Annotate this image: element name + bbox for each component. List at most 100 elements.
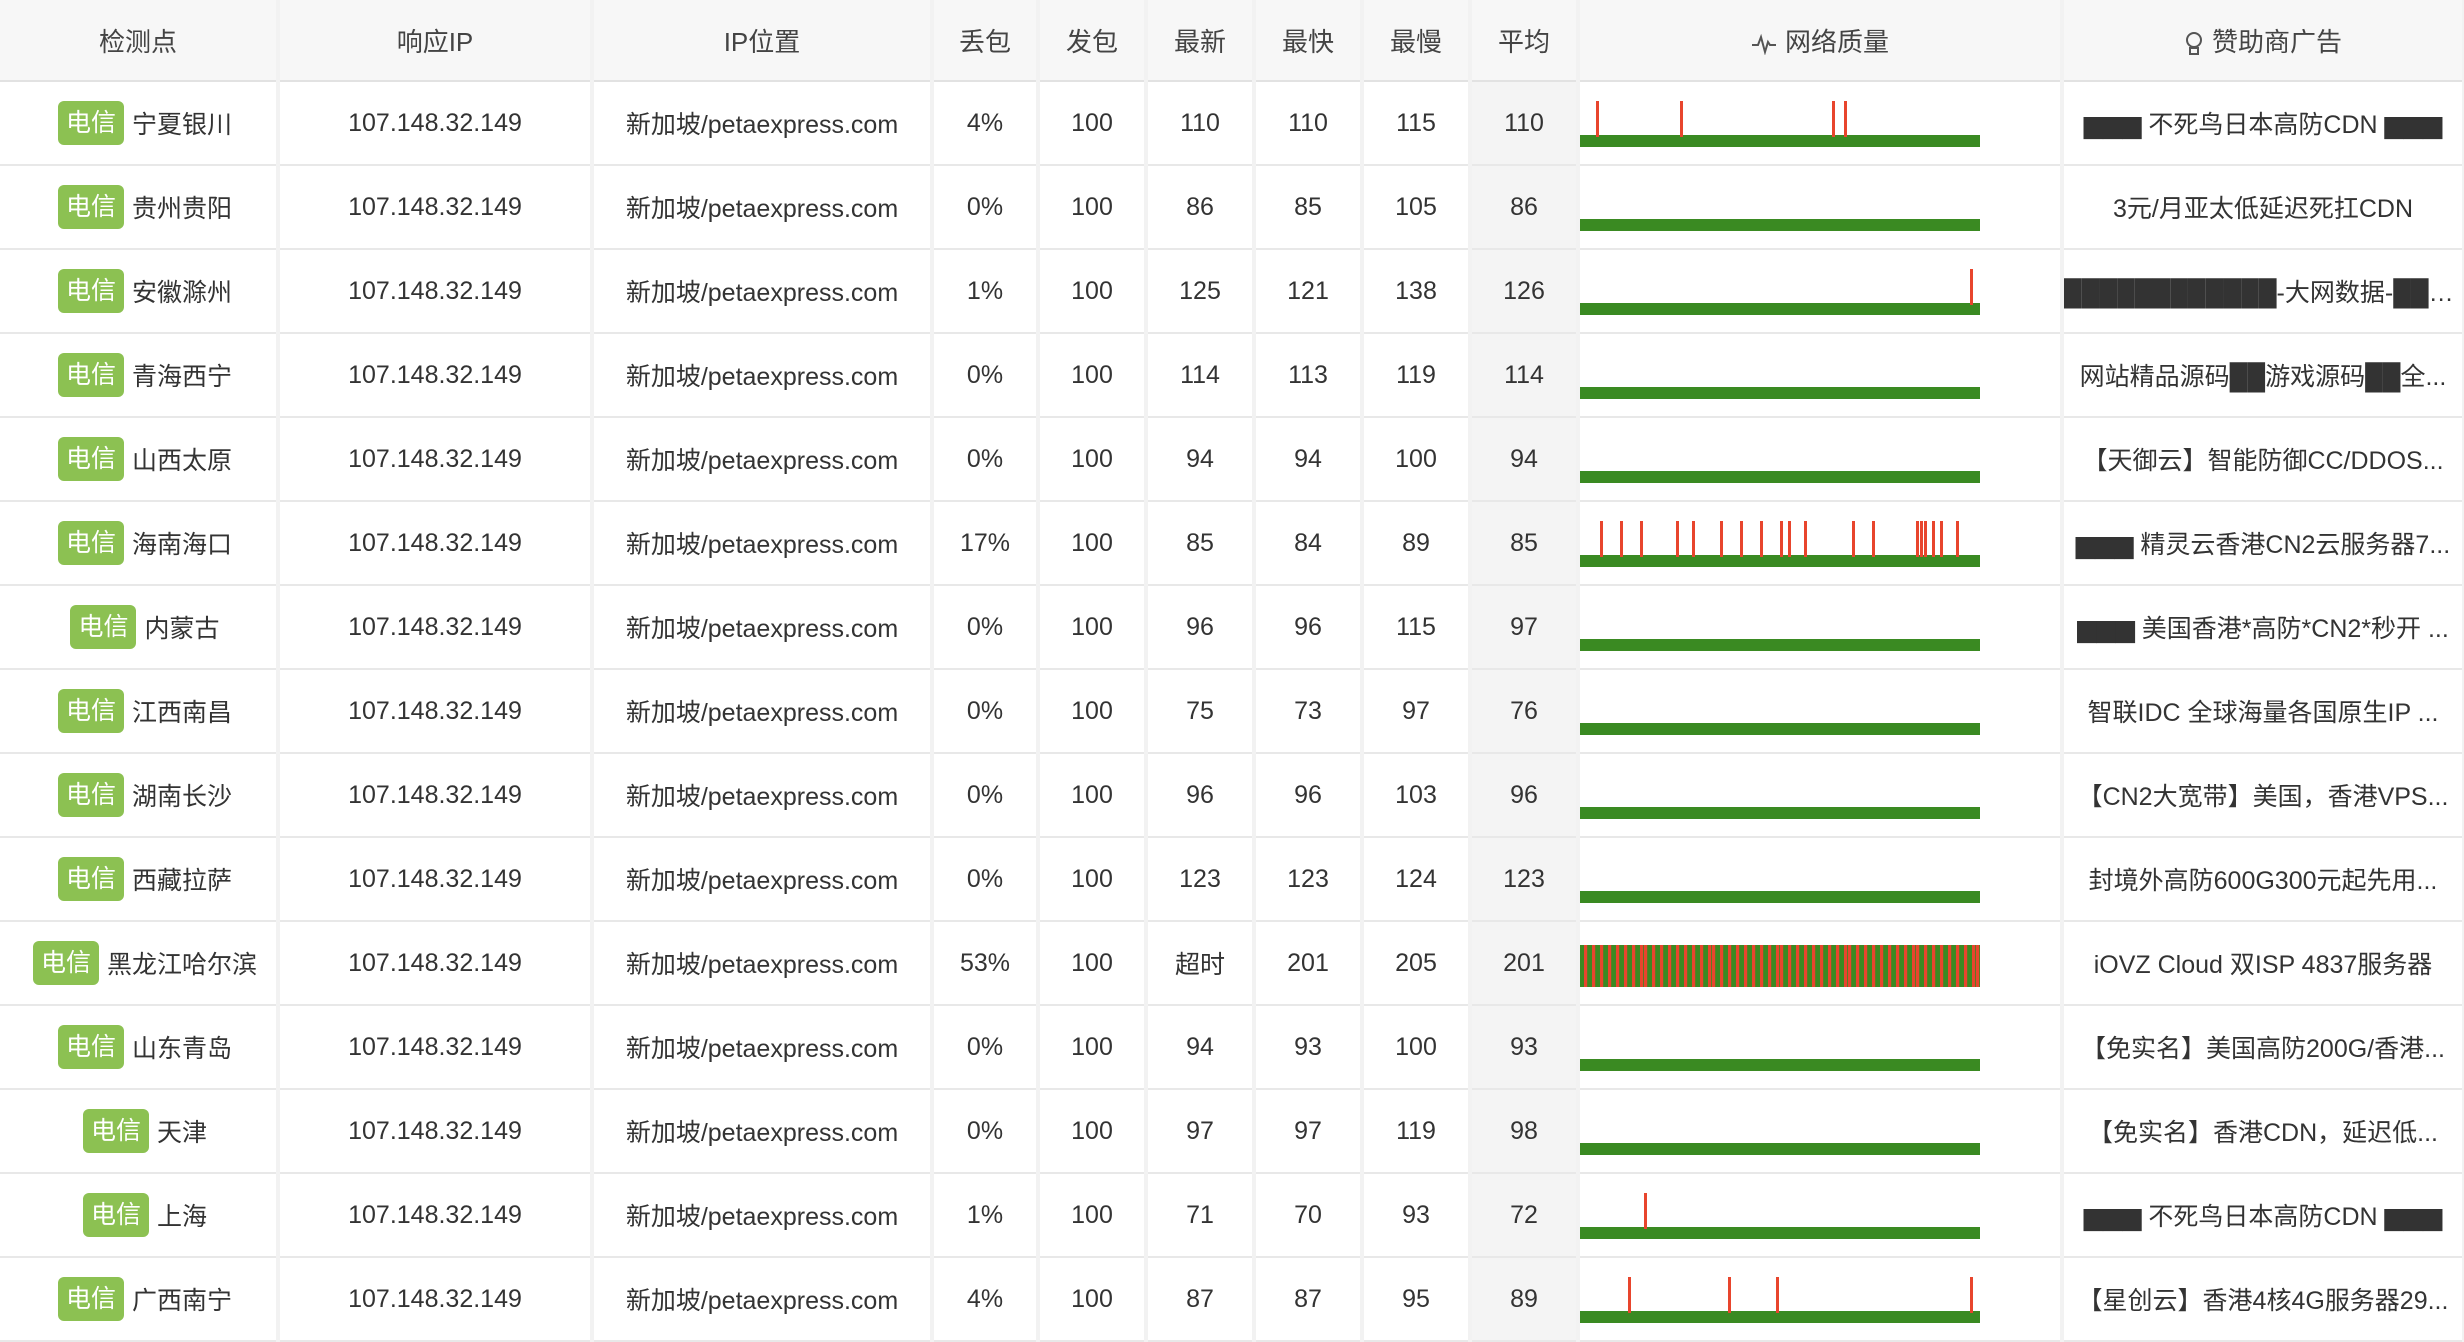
col-header-slowest[interactable]: 最慢 — [1362, 0, 1472, 82]
node-cell[interactable]: 电信 海南海口 — [0, 501, 280, 586]
isp-badge: 电信 — [82, 1109, 149, 1153]
node-cell[interactable]: 电信 天津 — [0, 1089, 280, 1174]
node-name[interactable]: 广西南宁 — [132, 1287, 232, 1315]
quality-loss-mark — [1600, 521, 1603, 557]
isp-badge: 电信 — [57, 185, 124, 229]
slowest-cell: 205 — [1362, 921, 1472, 1006]
table-row[interactable]: 电信 上海 107.148.32.149 新加坡/petaexpress.com 1% 1… — [0, 1173, 2464, 1258]
col-header-location[interactable]: IP位置 — [592, 0, 934, 82]
col-header-fastest[interactable]: 最快 — [1254, 0, 1364, 82]
quality-baseline — [1580, 219, 1980, 231]
table-row[interactable]: 电信 山东青岛 107.148.32.149 新加坡/petaexpress.com 0… — [0, 1005, 2464, 1090]
quality-bar-chart — [1580, 723, 1980, 735]
col-header-ip[interactable]: 响应IP — [278, 0, 594, 82]
node-name[interactable]: 江西南昌 — [132, 699, 232, 727]
ip-cell: 107.148.32.149 — [278, 81, 594, 166]
location-cell: 新加坡/petaexpress.com — [592, 1173, 934, 1258]
sponsor-ad-link[interactable]: 【星创云】香港4核4G服务器29... — [2062, 1257, 2464, 1342]
node-cell[interactable]: 电信 安徽滁州 — [0, 249, 280, 334]
table-row[interactable]: 电信 安徽滁州 107.148.32.149 新加坡/petaexpress.com 1… — [0, 249, 2464, 334]
sponsor-ad-link[interactable]: 【CN2大宽带】美国，香港VPS... — [2062, 753, 2464, 838]
table-row[interactable]: 电信 广西南宁 107.148.32.149 新加坡/petaexpress.com 4… — [0, 1257, 2464, 1342]
latest-cell: 96 — [1146, 753, 1256, 838]
sponsor-ad-link[interactable]: ▆▆▆ 精灵云香港CN2云服务器7... — [2062, 501, 2464, 586]
quality-loss-mark — [1752, 945, 1756, 987]
node-cell[interactable]: 电信 山西太原 — [0, 417, 280, 502]
col-header-node[interactable]: 检测点 — [0, 0, 280, 82]
loss-cell: 0% — [932, 417, 1040, 502]
node-name[interactable]: 西藏拉萨 — [132, 867, 232, 895]
sponsor-ad-link[interactable]: 智联IDC 全球海量各国原生IP ... — [2062, 669, 2464, 754]
node-cell[interactable]: 电信 西藏拉萨 — [0, 837, 280, 922]
quality-loss-mark — [1972, 945, 1976, 987]
location-cell: 新加坡/petaexpress.com — [592, 921, 934, 1006]
quality-baseline — [1580, 891, 1980, 903]
col-header-loss[interactable]: 丢包 — [932, 0, 1040, 82]
table-row[interactable]: 电信 海南海口 107.148.32.149 新加坡/petaexpress.com 1… — [0, 501, 2464, 586]
quality-loss-mark — [1956, 945, 1960, 987]
quality-loss-mark — [1652, 945, 1656, 987]
quality-loss-mark — [1692, 945, 1696, 987]
col-header-average[interactable]: 平均 — [1470, 0, 1580, 82]
table-row[interactable]: 电信 宁夏银川 107.148.32.149 新加坡/petaexpress.com 4… — [0, 81, 2464, 166]
node-name[interactable]: 海南海口 — [132, 531, 232, 559]
node-cell[interactable]: 电信 广西南宁 — [0, 1257, 280, 1342]
sponsor-ad-link[interactable]: ████████████-大网数据-███... — [2062, 249, 2464, 334]
table-row[interactable]: 电信 山西太原 107.148.32.149 新加坡/petaexpress.com 0… — [0, 417, 2464, 502]
node-name[interactable]: 青海西宁 — [132, 363, 232, 391]
table-row[interactable]: 电信 内蒙古 107.148.32.149 新加坡/petaexpress.com 0%… — [0, 585, 2464, 670]
quality-loss-mark — [1788, 521, 1791, 557]
fastest-cell: 85 — [1254, 165, 1364, 250]
col-header-sent[interactable]: 发包 — [1038, 0, 1148, 82]
quality-loss-mark — [1620, 521, 1623, 557]
quality-cell — [1578, 837, 2064, 922]
sent-cell: 100 — [1038, 165, 1148, 250]
node-name[interactable]: 安徽滁州 — [132, 279, 232, 307]
node-cell[interactable]: 电信 内蒙古 — [0, 585, 280, 670]
sponsor-ad-link[interactable]: 【免实名】香港CDN，延迟低... — [2062, 1089, 2464, 1174]
quality-bar-chart — [1580, 945, 1980, 987]
table-row[interactable]: 电信 湖南长沙 107.148.32.149 新加坡/petaexpress.com 0… — [0, 753, 2464, 838]
node-cell[interactable]: 电信 青海西宁 — [0, 333, 280, 418]
node-cell[interactable]: 电信 宁夏银川 — [0, 81, 280, 166]
node-name[interactable]: 山西太原 — [132, 447, 232, 475]
table-row[interactable]: 电信 黑龙江哈尔滨 107.148.32.149 新加坡/petaexpress.co… — [0, 921, 2464, 1006]
node-cell[interactable]: 电信 贵州贵阳 — [0, 165, 280, 250]
node-name[interactable]: 湖南长沙 — [132, 783, 232, 811]
sponsor-ad-link[interactable]: ▆▆▆ 不死鸟日本高防CDN ▆▆▆ — [2062, 81, 2464, 166]
latest-cell: 125 — [1146, 249, 1256, 334]
node-cell[interactable]: 电信 江西南昌 — [0, 669, 280, 754]
node-cell[interactable]: 电信 山东青岛 — [0, 1005, 280, 1090]
node-name[interactable]: 贵州贵阳 — [132, 195, 232, 223]
node-cell[interactable]: 电信 上海 — [0, 1173, 280, 1258]
node-name[interactable]: 内蒙古 — [144, 615, 219, 643]
col-header-latest[interactable]: 最新 — [1146, 0, 1256, 82]
isp-badge: 电信 — [57, 353, 124, 397]
table-row[interactable]: 电信 贵州贵阳 107.148.32.149 新加坡/petaexpress.com 0… — [0, 165, 2464, 250]
table-row[interactable]: 电信 西藏拉萨 107.148.32.149 新加坡/petaexpress.com 0… — [0, 837, 2464, 922]
sponsor-ad-link[interactable]: ▆▆▆ 美国香港*高防*CN2*秒开 ... — [2062, 585, 2464, 670]
sponsor-ad-link[interactable]: 【天御云】智能防御CC/DDOS... — [2062, 417, 2464, 502]
quality-cell — [1578, 1257, 2064, 1342]
node-name[interactable]: 宁夏银川 — [132, 111, 232, 139]
col-header-sponsor: 赞助商广告 — [2062, 0, 2464, 82]
node-name[interactable]: 黑龙江哈尔滨 — [107, 951, 257, 979]
loss-cell: 1% — [932, 249, 1040, 334]
table-row[interactable]: 电信 江西南昌 107.148.32.149 新加坡/petaexpress.com 0… — [0, 669, 2464, 754]
sponsor-ad-link[interactable]: ▆▆▆ 不死鸟日本高防CDN ▆▆▆ — [2062, 1173, 2464, 1258]
node-name[interactable]: 山东青岛 — [132, 1035, 232, 1063]
quality-loss-mark — [1776, 1277, 1779, 1313]
sponsor-ad-link[interactable]: 封境外高防600G300元起先用... — [2062, 837, 2464, 922]
table-row[interactable]: 电信 天津 107.148.32.149 新加坡/petaexpress.com 0% 1… — [0, 1089, 2464, 1174]
average-cell: 72 — [1470, 1173, 1580, 1258]
sponsor-ad-link[interactable]: 3元/月亚太低延迟死扛CDN — [2062, 165, 2464, 250]
sponsor-ad-link[interactable]: 【免实名】美国高防200G/香港... — [2062, 1005, 2464, 1090]
sponsor-ad-link[interactable]: 网站精品源码██游戏源码██全... — [2062, 333, 2464, 418]
table-row[interactable]: 电信 青海西宁 107.148.32.149 新加坡/petaexpress.com 0… — [0, 333, 2464, 418]
node-name[interactable]: 上海 — [157, 1203, 207, 1231]
slowest-cell: 115 — [1362, 585, 1472, 670]
node-cell[interactable]: 电信 湖南长沙 — [0, 753, 280, 838]
node-name[interactable]: 天津 — [157, 1119, 207, 1147]
node-cell[interactable]: 电信 黑龙江哈尔滨 — [0, 921, 280, 1006]
sponsor-ad-link[interactable]: iOVZ Cloud 双ISP 4837服务器 — [2062, 921, 2464, 1006]
